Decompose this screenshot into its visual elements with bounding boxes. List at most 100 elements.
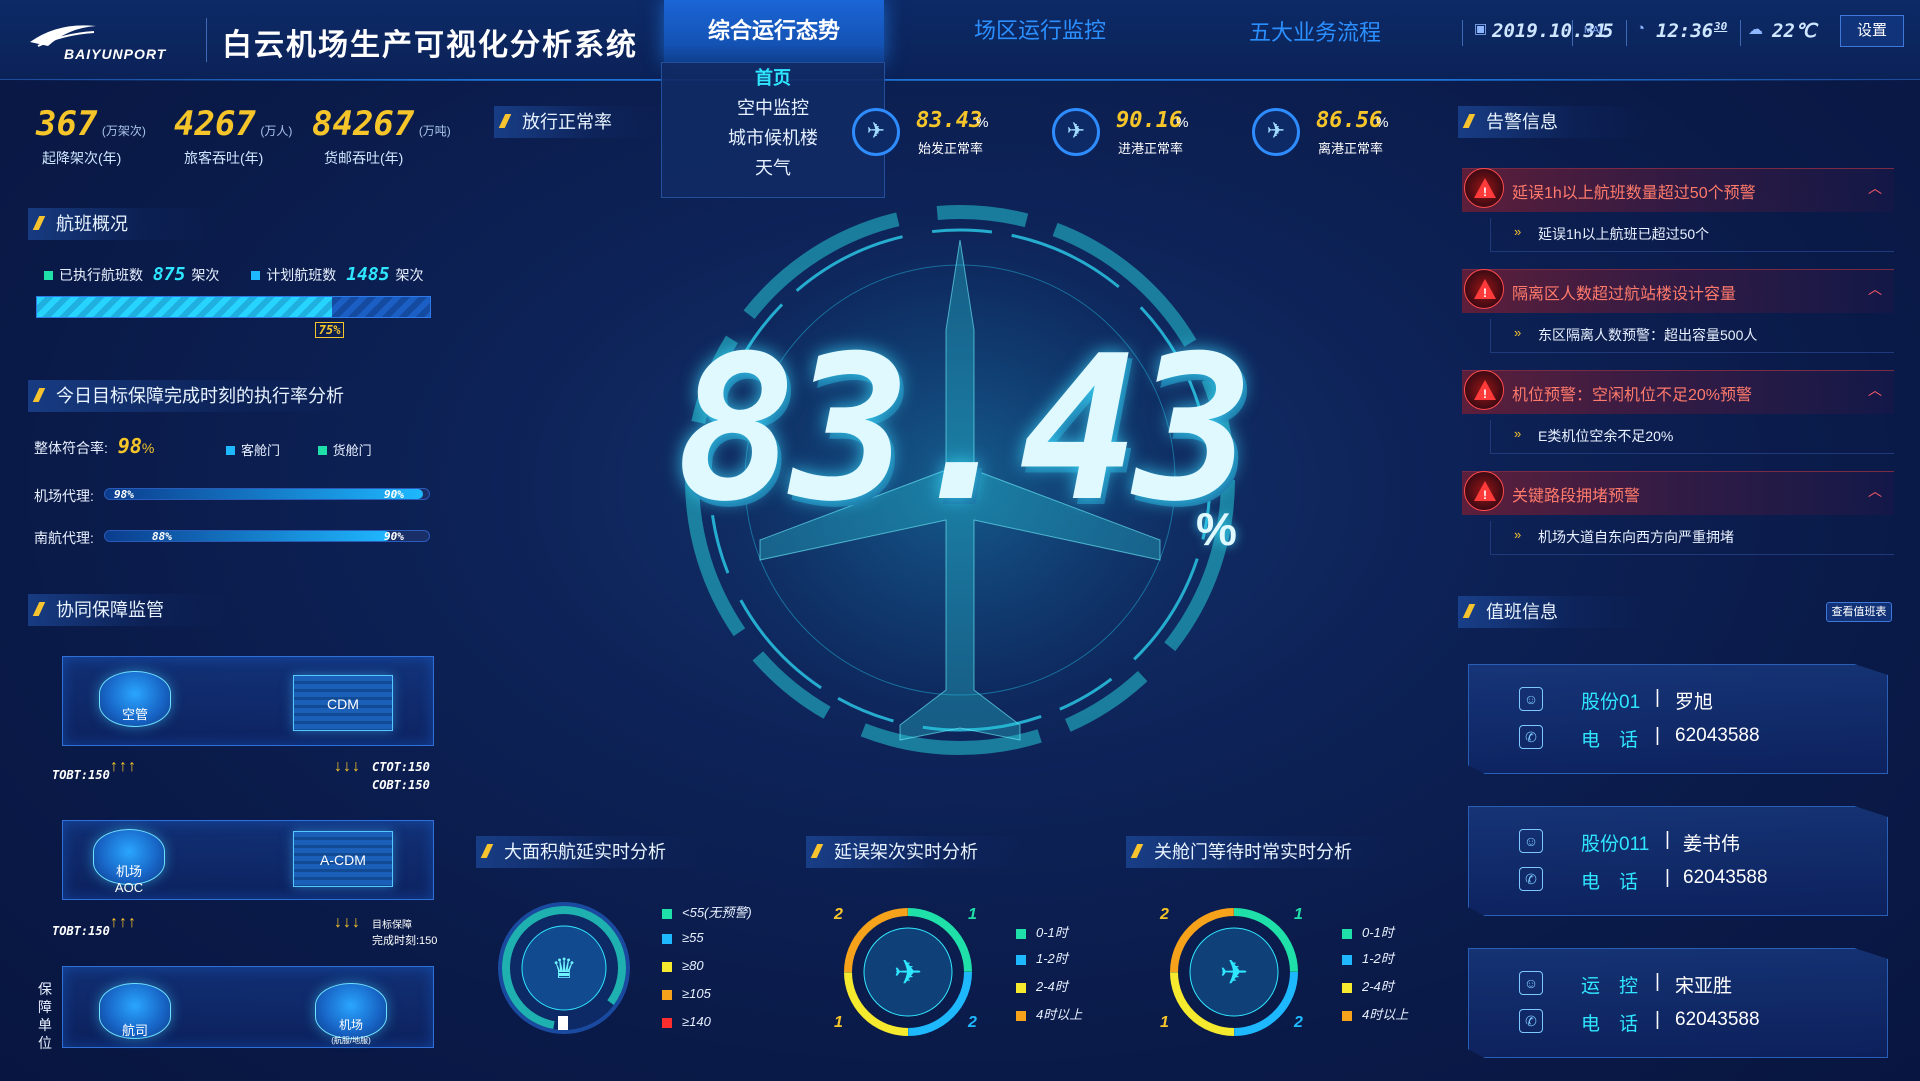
duty-phone: 62043588 <box>1675 1009 1760 1030</box>
menu-item-weather[interactable]: 天气 <box>662 153 884 183</box>
row-cs-agent-cargo: 90% <box>384 530 404 543</box>
legend-swatch <box>662 961 672 972</box>
down-arrows-icon: ↓↓↓ <box>334 758 361 775</box>
duty-name: 姜书伟 <box>1683 834 1741 855</box>
alert-title: 关键路段拥堵预警 <box>1512 488 1641 505</box>
planned-label: 计划航班数 <box>266 267 337 283</box>
duty-card: ☺ 股份011 | 姜书伟 ✆ 电 话 | 62043588 <box>1468 806 1888 916</box>
legend-cargo-dot <box>317 446 327 455</box>
tobt1-text: TOBT:150 <box>52 768 110 782</box>
menu-item-air-monitor[interactable]: 空中监控 <box>662 93 884 123</box>
ring-label: 2 <box>968 1014 977 1031</box>
alert-title: 隔离区人数超过航站楼设计容量 <box>1512 286 1737 303</box>
view-schedule-button[interactable]: 查看值班表 <box>1826 602 1892 622</box>
airport-line2: (航服/地服) <box>331 1036 371 1045</box>
legend-cabin: 客舱门 <box>241 443 281 458</box>
departure-plane-icon: ✈ <box>852 108 900 156</box>
row-cs-agent-label: 南航代理: <box>34 530 94 546</box>
stat-unit: (万人) <box>260 124 293 138</box>
stat-label: 货邮吞吐(年) <box>324 150 404 166</box>
collapse-chevron-icon[interactable]: ︿ <box>1868 481 1882 501</box>
svg-text:!: ! <box>1483 286 1487 300</box>
alert-title: 延误1h以上航班数量超过50个预警 <box>1512 185 1756 202</box>
delay-legend-3: ≥105 <box>662 986 711 1001</box>
alert-title: 机位预警：空闲机位不足20%预警 <box>1512 387 1753 404</box>
menu-item-city-terminal[interactable]: 城市候机楼 <box>662 123 884 153</box>
duty-card: ☺ 股份01 | 罗旭 ✆ 电 话 | 62043588 <box>1468 664 1888 774</box>
collapse-chevron-icon[interactable]: ︿ <box>1868 380 1882 400</box>
delay-gauge: ♛ <box>498 902 630 1034</box>
alert-item[interactable]: ! 机位预警：空闲机位不足20%预警 ︿ » E类机位空余不足20% <box>1462 370 1894 466</box>
warning-icon: ! <box>1464 269 1504 309</box>
legend-cabin-dot <box>226 446 235 455</box>
delayed-ring-chart: ✈ <box>844 908 972 1036</box>
overall-value: 98 <box>117 434 142 458</box>
alert-item[interactable]: ! 延误1h以上航班数量超过50个预警 ︿ » 延误1h以上航班已超过50个 <box>1462 168 1894 264</box>
stat-value: 367 <box>36 104 98 144</box>
top-header: BAIYUNPORT 白云机场生产可视化分析系统 综合运行态势 场区运行监控 五… <box>0 0 1920 81</box>
legend-label: 4时以上 <box>1362 1007 1409 1022</box>
duty-sep: | <box>1665 829 1670 850</box>
flights-progress-label: 75% <box>314 322 345 338</box>
legend-swatch <box>1342 928 1352 939</box>
legend-label: <55(无预警) <box>682 905 752 920</box>
svg-text:✈: ✈ <box>894 954 923 992</box>
legend-swatch <box>662 908 672 919</box>
executed-label: 已执行航班数 <box>59 267 143 283</box>
ring-label: 2 <box>1160 906 1169 923</box>
door-legend-2: 2-4时 <box>1342 976 1394 995</box>
arrow-right-icon: » <box>1514 527 1522 542</box>
section-delay-title: 大面积航延实时分析 <box>476 836 706 868</box>
collapse-chevron-icon[interactable]: ︿ <box>1868 178 1882 198</box>
row-airport-agent-cargo: 90% <box>384 488 404 501</box>
legend-label: 1-2时 <box>1036 951 1068 966</box>
week-label: MAI <box>1584 25 1602 36</box>
tab-field-monitor[interactable]: 场区运行监控 <box>930 0 1150 62</box>
legend-label: ≥140 <box>682 1014 711 1029</box>
warning-icon: ! <box>1464 168 1504 208</box>
header-divider <box>206 18 207 62</box>
user-icon: ☺ <box>1519 687 1543 711</box>
executed-legend-dot <box>44 271 53 280</box>
ring-label: 2 <box>1294 1014 1303 1031</box>
menu-item-home[interactable]: 首页 <box>662 63 884 93</box>
stat-unit: (万架次) <box>101 124 146 138</box>
page-title: 白云机场生产可视化分析系统 <box>222 29 638 62</box>
alert-item[interactable]: ! 关键路段拥堵预警 ︿ » 机场大道自东向西方向严重拥堵 <box>1462 471 1894 567</box>
section-alerts-title: 告警信息 <box>1458 106 1648 138</box>
header-divider-right <box>1462 20 1463 46</box>
row-cs-agent-cabin: 88% <box>152 530 172 543</box>
center-rate-value: 83.43 <box>676 313 1254 546</box>
delay-legend-1: ≥55 <box>662 930 704 945</box>
stat-label: 起降架次(年) <box>42 150 122 166</box>
phone-icon: ✆ <box>1519 1009 1543 1033</box>
duty-sep: | <box>1655 971 1660 992</box>
section-coop-title: 协同保障监管 <box>28 594 228 626</box>
legend-label: 4时以上 <box>1036 1007 1083 1022</box>
collapse-chevron-icon[interactable]: ︿ <box>1868 279 1882 299</box>
duty-phone: 62043588 <box>1683 867 1768 888</box>
atc-disc: 空管 <box>99 671 171 727</box>
up-arrows-icon: ↑↑↑ <box>110 914 137 931</box>
aoc-disc: 机场 AOC <box>93 829 165 895</box>
duty-card: ☺ 运 控 | 宋亚胜 ✆ 电 话 | 62043588 <box>1468 948 1888 1058</box>
flights-progress-fill <box>37 297 332 317</box>
stat-label: 旅客吞吐(年) <box>184 150 264 166</box>
legend-swatch <box>1342 982 1352 993</box>
tab-business-flow[interactable]: 五大业务流程 <box>1205 2 1425 64</box>
release-label: 进港正常率 <box>1118 141 1184 156</box>
cobt-text: COBT:150 <box>372 778 430 792</box>
header-divider-week <box>1572 20 1573 46</box>
release-pct: % <box>1376 114 1389 130</box>
duty-phone-label: 电 话 <box>1581 730 1639 751</box>
tab-overall-status[interactable]: 综合运行态势 <box>664 0 884 62</box>
ring-label: 1 <box>1294 906 1303 923</box>
legend-label: 0-1时 <box>1362 925 1394 940</box>
alert-item[interactable]: ! 隔离区人数超过航站楼设计容量 ︿ » 东区隔离人数预警：超出容量500人 <box>1462 269 1894 365</box>
row-airport-agent-label: 机场代理: <box>34 488 94 504</box>
legend-label: ≥80 <box>682 958 704 973</box>
legend-label: 2-4时 <box>1036 979 1068 994</box>
time-text: 12:36 <box>1656 20 1714 42</box>
settings-button[interactable]: 设置 <box>1840 15 1904 47</box>
arrow-right-icon: » <box>1514 426 1522 441</box>
